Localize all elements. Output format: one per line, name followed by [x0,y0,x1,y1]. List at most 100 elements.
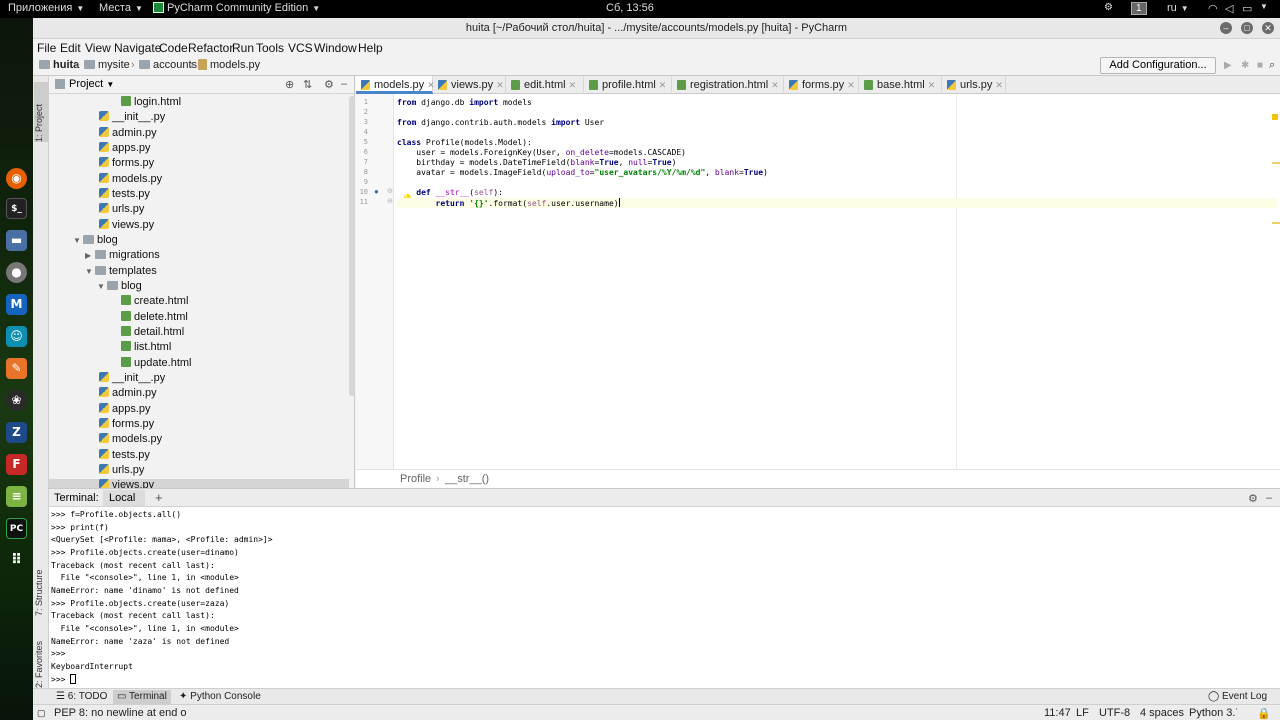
tree-item[interactable]: apps.py [49,142,349,157]
line-gutter[interactable]: 1 2 3 4 5 6 7 8 9 10 11 ● ⊖ ⊖ 💡 [356,94,413,474]
line-separator[interactable]: LF [1076,707,1089,719]
tree-item[interactable]: update.html [49,357,349,372]
caret-position[interactable]: 11:47 [1044,707,1071,719]
tree-item[interactable]: apps.py [49,403,349,418]
menu-refactor[interactable]: Refactor [188,41,233,55]
tab-favorites[interactable]: 2: Favorites [34,626,48,688]
stop-icon[interactable]: ■ [1257,60,1263,71]
code-area[interactable]: from django.db import models from django… [397,94,1277,474]
status-toggle-icon[interactable]: ▢ [37,708,46,719]
tree-item[interactable]: ▼ blog [49,234,349,249]
tree-item[interactable]: login.html [49,96,349,111]
error-stripe-mark[interactable] [1272,222,1280,224]
tree-item[interactable]: urls.py [49,464,349,479]
battery-icon[interactable]: ▭ [1242,2,1252,15]
notes-icon[interactable]: ≡ [6,486,27,507]
tree-item[interactable]: __init__.py [49,372,349,387]
fold-icon[interactable]: ⊖ [387,197,393,205]
terminal-tab-label[interactable]: Local [109,492,135,504]
window-titlebar[interactable]: huita [~/Рабочий стол/huita] - .../mysit… [33,18,1280,39]
status-message[interactable]: PEP 8: no newline at end of file [54,707,186,719]
filezilla-icon[interactable]: F [6,454,27,475]
menu-edit[interactable]: Edit [60,41,81,55]
hide-panel-icon[interactable]: – [1266,492,1272,504]
terminal-app-icon[interactable]: $_ [6,198,27,219]
debug-icon[interactable]: ✱ [1241,60,1249,71]
tree-item[interactable]: detail.html [49,326,349,341]
clock[interactable]: Сб, 13:56 [606,2,654,14]
hide-panel-icon[interactable]: – [341,78,347,90]
tab-registration-html[interactable]: registration.html ✕ [672,76,784,94]
tab-project[interactable]: 1: Project [34,82,48,142]
indent-setting[interactable]: 4 spaces [1140,707,1184,719]
tree-item[interactable]: admin.py [49,387,349,402]
gear-icon[interactable]: ⚙ [1248,492,1258,505]
draw-icon[interactable]: ✎ [6,358,27,379]
close-tab-icon[interactable]: ✕ [496,80,504,90]
tree-item[interactable]: forms.py [49,157,349,172]
breadcrumb-class[interactable]: Profile [400,473,431,485]
tree-item[interactable]: __init__.py [49,111,349,126]
run-icon[interactable]: ▶ [1224,60,1232,71]
search-everywhere-icon[interactable]: ⌕ [1269,59,1275,72]
python-console-button[interactable]: ✦ Python Console [175,690,265,704]
menu-window[interactable]: Window [314,41,357,55]
volume-icon[interactable]: ◁ [1225,2,1233,15]
tab-urls-py[interactable]: urls.py ✕ [942,76,1006,94]
tree-item[interactable]: tests.py [49,449,349,464]
menu-help[interactable]: Help [358,41,383,55]
expanded-arrow-icon[interactable]: ▼ [85,267,95,276]
new-terminal-icon[interactable]: + [155,490,163,505]
tree-item[interactable]: forms.py [49,418,349,433]
expanded-arrow-icon[interactable]: ▼ [97,282,107,291]
tree-item[interactable]: delete.html [49,311,349,326]
menu-navigate[interactable]: Navigate [114,41,161,55]
project-dropdown[interactable]: Project ▼ [69,78,114,90]
wifi-icon[interactable]: ◠ [1208,2,1218,15]
tree-item[interactable]: models.py [49,433,349,448]
close-tab-icon[interactable]: ✕ [995,80,1003,90]
tree-item[interactable]: tests.py [49,188,349,203]
media-icon[interactable]: ❀ [6,390,27,411]
menu-view[interactable]: View [85,41,111,55]
workspace-indicator[interactable]: 1 [1131,2,1147,15]
close-tab-icon[interactable]: ✕ [659,80,667,90]
tab-models-py[interactable]: models.py ✕ [356,76,435,94]
lock-icon[interactable]: 🔒 [1257,707,1271,720]
error-stripe-mark[interactable] [1272,162,1280,164]
tab-edit-html[interactable]: edit.html ✕ [506,76,584,94]
event-log-button[interactable]: ◯ Event Log [1204,690,1271,704]
close-tab-icon[interactable]: ✕ [928,80,936,90]
todo-button[interactable]: ☰ 6: TODO [52,690,111,704]
pycharm-dock-icon[interactable]: PC [6,518,27,539]
tree-item[interactable]: urls.py [49,203,349,218]
writer-icon[interactable]: M [6,294,27,315]
breadcrumb-project[interactable]: huita [39,59,79,71]
warning-marker-icon[interactable] [1272,114,1278,120]
firefox-icon[interactable]: ◉ [6,168,27,189]
tab-structure[interactable]: 7: Structure [34,556,48,616]
places-menu[interactable]: Места ▼ [99,2,143,14]
close-tab-icon[interactable]: ✕ [847,80,855,90]
tab-forms-py[interactable]: forms.py ✕ [784,76,859,94]
breadcrumb-accounts[interactable]: accounts [139,59,197,71]
tree-item[interactable]: list.html [49,341,349,356]
collapse-icon[interactable]: ⇅ [303,78,312,91]
terminal-button[interactable]: ▭ Terminal [113,690,171,704]
locate-icon[interactable]: ⊕ [285,78,294,91]
tree-item[interactable]: create.html [49,295,349,310]
project-scrollbar[interactable] [349,96,355,396]
tree-item[interactable]: ▼ templates [49,265,349,280]
python-interpreter[interactable]: Python 3.7 [1189,707,1237,719]
keyboard-layout[interactable]: ru ▼ [1167,2,1189,14]
collapsed-arrow-icon[interactable]: ▶ [85,251,95,260]
settings-app-icon[interactable]: ● [6,262,27,283]
show-apps-icon[interactable]: ⠿ [6,550,27,571]
maximize-icon[interactable]: □ [1241,22,1253,34]
fold-icon[interactable]: ⊖ [387,187,393,195]
ide-icon[interactable]: Z [6,422,27,443]
terminal-output[interactable]: >>> f=Profile.objects.all() >>> print(f)… [51,509,1271,699]
tab-views-py[interactable]: views.py ✕ [433,76,506,94]
breadcrumb-mysite[interactable]: mysite [84,59,130,71]
menu-run[interactable]: Run [232,41,254,55]
